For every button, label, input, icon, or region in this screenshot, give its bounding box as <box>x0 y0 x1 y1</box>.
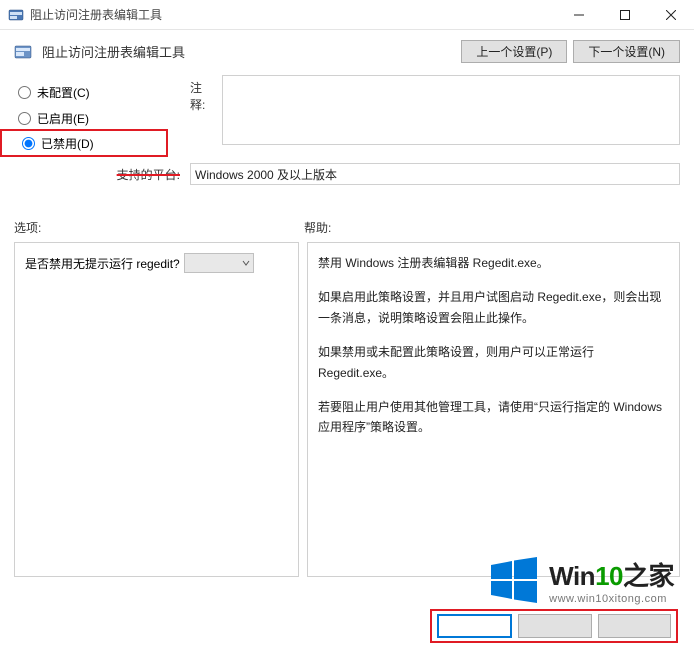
supported-on-row: 支持的平台: Windows 2000 及以上版本 <box>0 157 694 185</box>
dialog-buttons-highlight <box>430 609 678 643</box>
supported-on-value: Windows 2000 及以上版本 <box>190 163 680 185</box>
supported-on-text: Windows 2000 及以上版本 <box>195 166 337 183</box>
wm-win: Win <box>549 561 595 591</box>
radio-enabled-label: 已启用(E) <box>37 110 89 127</box>
minimize-button[interactable] <box>556 0 602 30</box>
options-label: 选项: <box>14 219 304 236</box>
help-p1: 禁用 Windows 注册表编辑器 Regedit.exe。 <box>318 253 669 273</box>
supported-on-label: 支持的平台: <box>14 163 184 185</box>
comment-textarea[interactable] <box>222 75 680 145</box>
prev-setting-button[interactable]: 上一个设置(P) <box>461 40 567 63</box>
radio-not-configured-label: 未配置(C) <box>37 84 90 101</box>
app-icon <box>8 7 24 23</box>
maximize-button[interactable] <box>602 0 648 30</box>
help-p2: 如果启用此策略设置，并且用户试图启动 Regedit.exe，则会出现一条消息，… <box>318 287 669 328</box>
watermark-url: www.win10xitong.com <box>549 593 667 605</box>
help-panel[interactable]: 禁用 Windows 注册表编辑器 Regedit.exe。 如果启用此策略设置… <box>307 242 680 577</box>
cancel-button[interactable] <box>518 614 591 638</box>
comment-block: 注释: <box>190 75 680 145</box>
windows-logo-icon <box>487 553 541 607</box>
radio-not-configured[interactable]: 未配置(C) <box>14 79 184 105</box>
radio-not-configured-input[interactable] <box>18 86 31 99</box>
option-question: 是否禁用无提示运行 regedit? <box>25 255 180 272</box>
radio-disabled-input[interactable] <box>22 137 35 150</box>
apply-button[interactable] <box>598 614 671 638</box>
comment-label: 注释: <box>190 75 216 145</box>
policy-icon <box>14 43 32 61</box>
section-labels: 选项: 帮助: <box>0 185 694 242</box>
chevron-down-icon <box>242 256 250 270</box>
watermark: Win10之家 www.win10xitong.com <box>487 553 674 607</box>
config-grid: 未配置(C) 已启用(E) 已禁用(D) 注释: <box>0 71 694 157</box>
next-setting-button[interactable]: 下一个设置(N) <box>573 40 680 63</box>
option-row: 是否禁用无提示运行 regedit? <box>25 253 288 273</box>
option-combo[interactable] <box>184 253 254 273</box>
watermark-text: Win10之家 www.win10xitong.com <box>549 556 674 605</box>
radio-group: 未配置(C) 已启用(E) 已禁用(D) <box>14 75 184 157</box>
help-p4: 若要阻止用户使用其他管理工具，请使用“只运行指定的 Windows 应用程序”策… <box>318 397 669 438</box>
policy-title: 阻止访问注册表编辑工具 <box>42 42 455 61</box>
wm-suffix: 之家 <box>623 561 674 591</box>
lower-panels: 是否禁用无提示运行 regedit? 禁用 Windows 注册表编辑器 Reg… <box>0 242 694 577</box>
window-title: 阻止访问注册表编辑工具 <box>30 6 556 23</box>
radio-disabled-label: 已禁用(D) <box>41 135 94 152</box>
titlebar: 阻止访问注册表编辑工具 <box>0 0 694 30</box>
wm-10: 10 <box>595 561 623 591</box>
window-controls <box>556 0 694 30</box>
radio-enabled-input[interactable] <box>18 112 31 125</box>
header-row: 阻止访问注册表编辑工具 上一个设置(P) 下一个设置(N) <box>0 30 694 71</box>
help-label: 帮助: <box>304 219 331 236</box>
radio-disabled-highlight: 已禁用(D) <box>0 129 168 157</box>
watermark-brand: Win10之家 <box>549 556 674 593</box>
radio-disabled[interactable]: 已禁用(D) <box>18 133 166 153</box>
options-panel: 是否禁用无提示运行 regedit? <box>14 242 299 577</box>
close-button[interactable] <box>648 0 694 30</box>
radio-enabled[interactable]: 已启用(E) <box>14 105 184 131</box>
help-p3: 如果禁用或未配置此策略设置，则用户可以正常运行 Regedit.exe。 <box>318 342 669 383</box>
ok-button[interactable] <box>437 614 512 638</box>
